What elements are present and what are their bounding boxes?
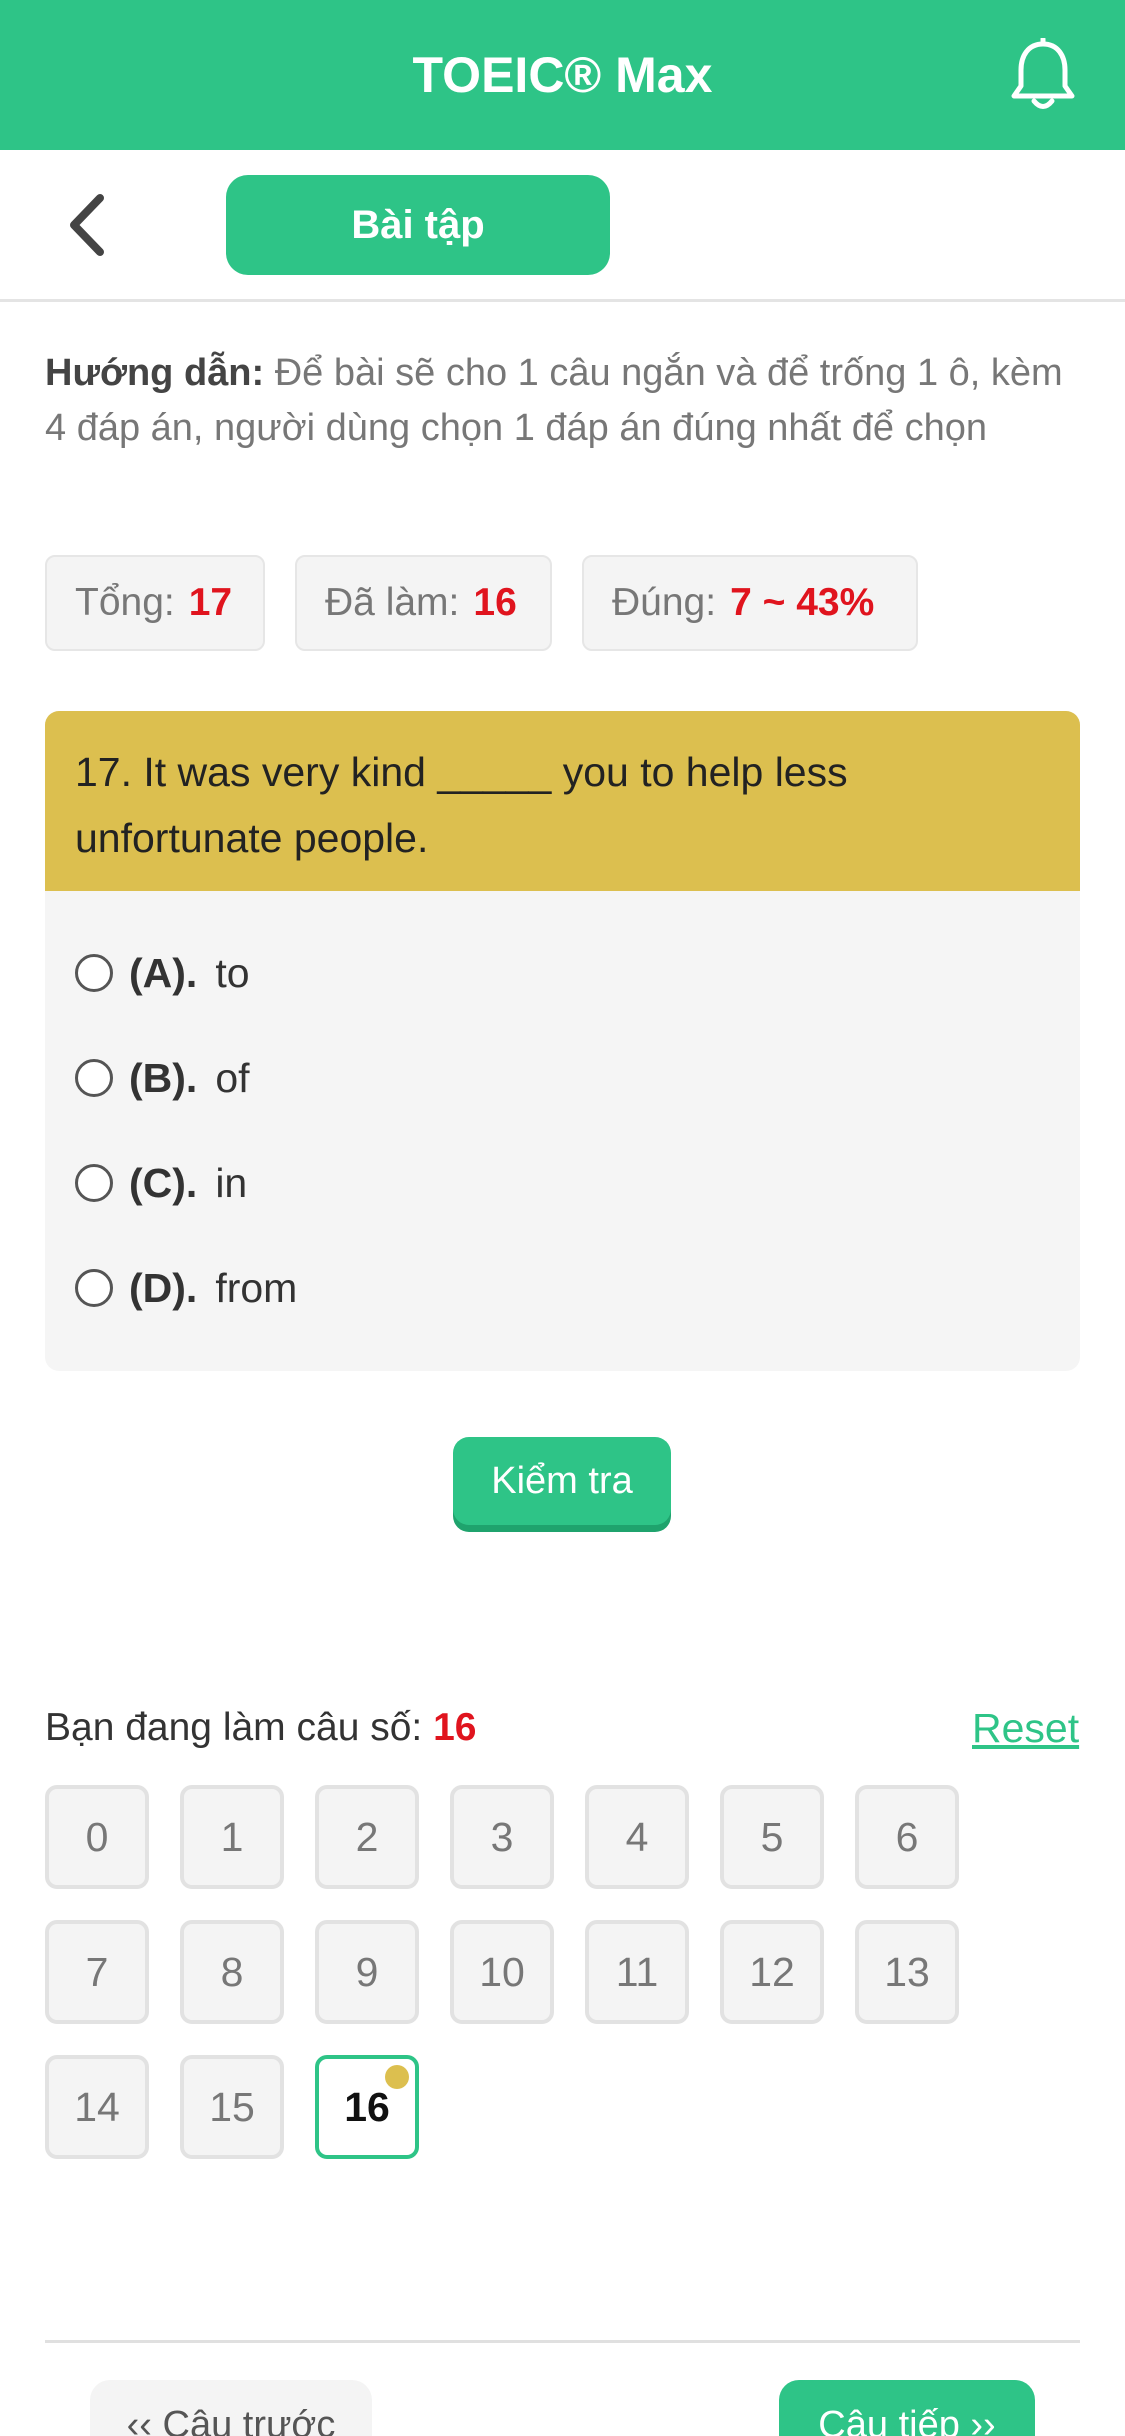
question-text: 17. It was very kind _____ you to help l… <box>45 711 1080 891</box>
stat-done-value: 16 <box>473 581 517 624</box>
question-number-16-label: 16 <box>344 2083 390 2130</box>
option-b-label: (B). <box>129 1054 198 1101</box>
question-number-3[interactable]: 3 <box>450 1785 554 1889</box>
option-b[interactable]: (B). of <box>75 1043 975 1113</box>
question-number-0[interactable]: 0 <box>45 1785 149 1889</box>
stat-correct: Đúng: 7 ~ 43% <box>582 555 918 651</box>
question-number-1[interactable]: 1 <box>180 1785 284 1889</box>
next-question-button[interactable]: Câu tiếp ›› <box>779 2380 1035 2436</box>
option-c[interactable]: (C). in <box>75 1148 975 1218</box>
question-number-5[interactable]: 5 <box>720 1785 824 1889</box>
question-number-11[interactable]: 11 <box>585 1920 689 2024</box>
divider <box>45 2340 1080 2343</box>
instructions: Hướng dẫn: Để bài sẽ cho 1 câu ngắn và đ… <box>45 346 1080 456</box>
question-number-15[interactable]: 15 <box>180 2055 284 2159</box>
option-b-text: of <box>215 1054 250 1101</box>
question-number-9[interactable]: 9 <box>315 1920 419 2024</box>
current-question-value: 16 <box>433 1706 477 1749</box>
bell-icon[interactable] <box>1008 38 1078 112</box>
stat-done-label: Đã làm: <box>325 581 460 624</box>
check-button[interactable]: Kiểm tra <box>453 1437 671 1525</box>
tab-exercise[interactable]: Bài tập <box>226 175 610 275</box>
instructions-label: Hướng dẫn: <box>45 352 265 394</box>
chevron-left-icon[interactable] <box>62 190 112 260</box>
question-card: 17. It was very kind _____ you to help l… <box>45 711 1080 1371</box>
question-number-13[interactable]: 13 <box>855 1920 959 2024</box>
stat-done: Đã làm: 16 <box>295 555 552 651</box>
app-title: TOEIC® Max <box>412 47 713 103</box>
option-a-label: (A). <box>129 949 198 996</box>
question-number-2[interactable]: 2 <box>315 1785 419 1889</box>
question-number-6[interactable]: 6 <box>855 1785 959 1889</box>
option-a[interactable]: (A). to <box>75 938 975 1008</box>
radio-a[interactable] <box>75 954 113 992</box>
prev-question-button[interactable]: ‹‹ Câu trước <box>90 2380 372 2436</box>
current-marker-dot <box>385 2065 409 2089</box>
current-question-label: Bạn đang làm câu số: <box>45 1706 423 1749</box>
question-number-10[interactable]: 10 <box>450 1920 554 2024</box>
question-number-7[interactable]: 7 <box>45 1920 149 2024</box>
radio-b[interactable] <box>75 1059 113 1097</box>
option-d-text: from <box>215 1264 298 1311</box>
option-c-text: in <box>215 1159 248 1206</box>
radio-d[interactable] <box>75 1269 113 1307</box>
option-a-text: to <box>215 949 250 996</box>
radio-c[interactable] <box>75 1164 113 1202</box>
question-number-4[interactable]: 4 <box>585 1785 689 1889</box>
question-number-14[interactable]: 14 <box>45 2055 149 2159</box>
option-d[interactable]: (D). from <box>75 1253 975 1323</box>
current-question: Bạn đang làm câu số: 16 <box>45 1700 476 1756</box>
option-d-label: (D). <box>129 1264 198 1311</box>
stat-total: Tổng: 17 <box>45 555 265 651</box>
stat-correct-value: 7 ~ 43% <box>730 581 875 624</box>
question-number-16-active[interactable]: 16 <box>315 2055 419 2159</box>
question-number-12[interactable]: 12 <box>720 1920 824 2024</box>
question-number-8[interactable]: 8 <box>180 1920 284 2024</box>
stat-total-label: Tổng: <box>75 581 175 624</box>
option-c-label: (C). <box>129 1159 198 1206</box>
reset-link[interactable]: Reset <box>972 1700 1079 1756</box>
stat-correct-label: Đúng: <box>612 581 717 624</box>
stat-total-value: 17 <box>188 581 233 624</box>
